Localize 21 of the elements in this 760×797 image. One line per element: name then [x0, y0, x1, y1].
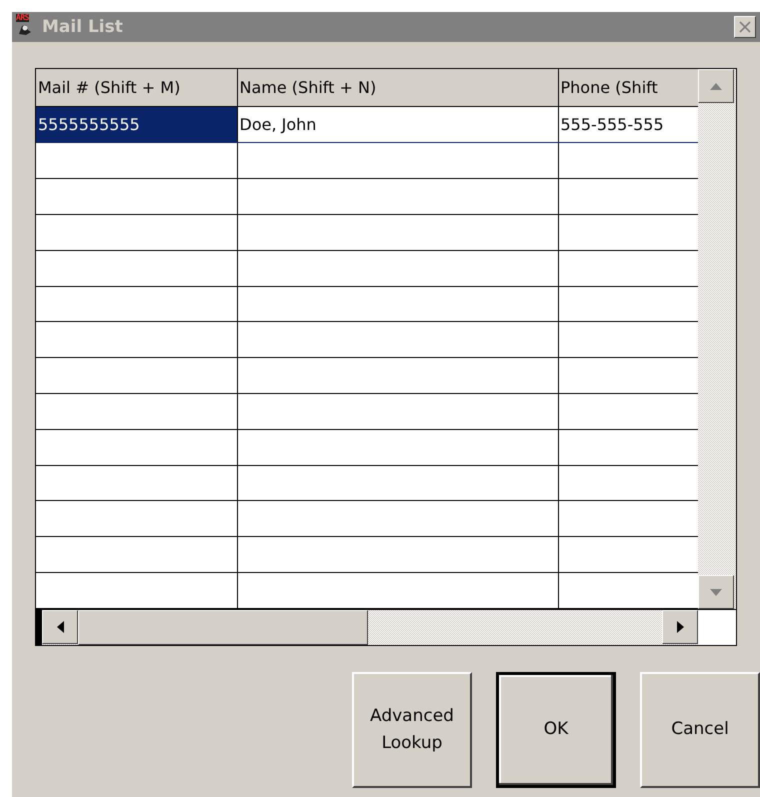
close-button[interactable]	[734, 16, 756, 38]
vertical-scrollbar[interactable]	[698, 69, 736, 609]
scroll-up-icon[interactable]	[698, 69, 734, 103]
dialog-button[interactable]: Advanced Lookup	[352, 672, 472, 788]
scroll-right-icon[interactable]	[662, 610, 698, 644]
scroll-down-icon[interactable]	[698, 575, 734, 609]
column-header[interactable]: Mail # (Shift + M)	[36, 69, 237, 107]
scroll-thumb[interactable]	[78, 610, 368, 645]
table-cell: Doe, John	[237, 106, 558, 143]
close-icon	[738, 20, 752, 34]
window-title: Mail List	[42, 17, 124, 37]
table-cell: 555-555-555	[558, 106, 698, 143]
table-cell: 5555555555	[36, 106, 237, 143]
icon-label: ARS	[16, 14, 29, 22]
table-row[interactable]: 5555555555 Doe, John 555-555-555	[36, 106, 698, 143]
column-header[interactable]: Name (Shift + N)	[237, 69, 558, 107]
scroll-left-icon[interactable]	[42, 610, 78, 644]
horizontal-scrollbar[interactable]	[36, 609, 698, 645]
dialog-button[interactable]: Cancel	[640, 672, 760, 788]
dialog-button[interactable]: OK	[496, 672, 616, 788]
column-header[interactable]: Phone (Shift	[558, 69, 698, 107]
